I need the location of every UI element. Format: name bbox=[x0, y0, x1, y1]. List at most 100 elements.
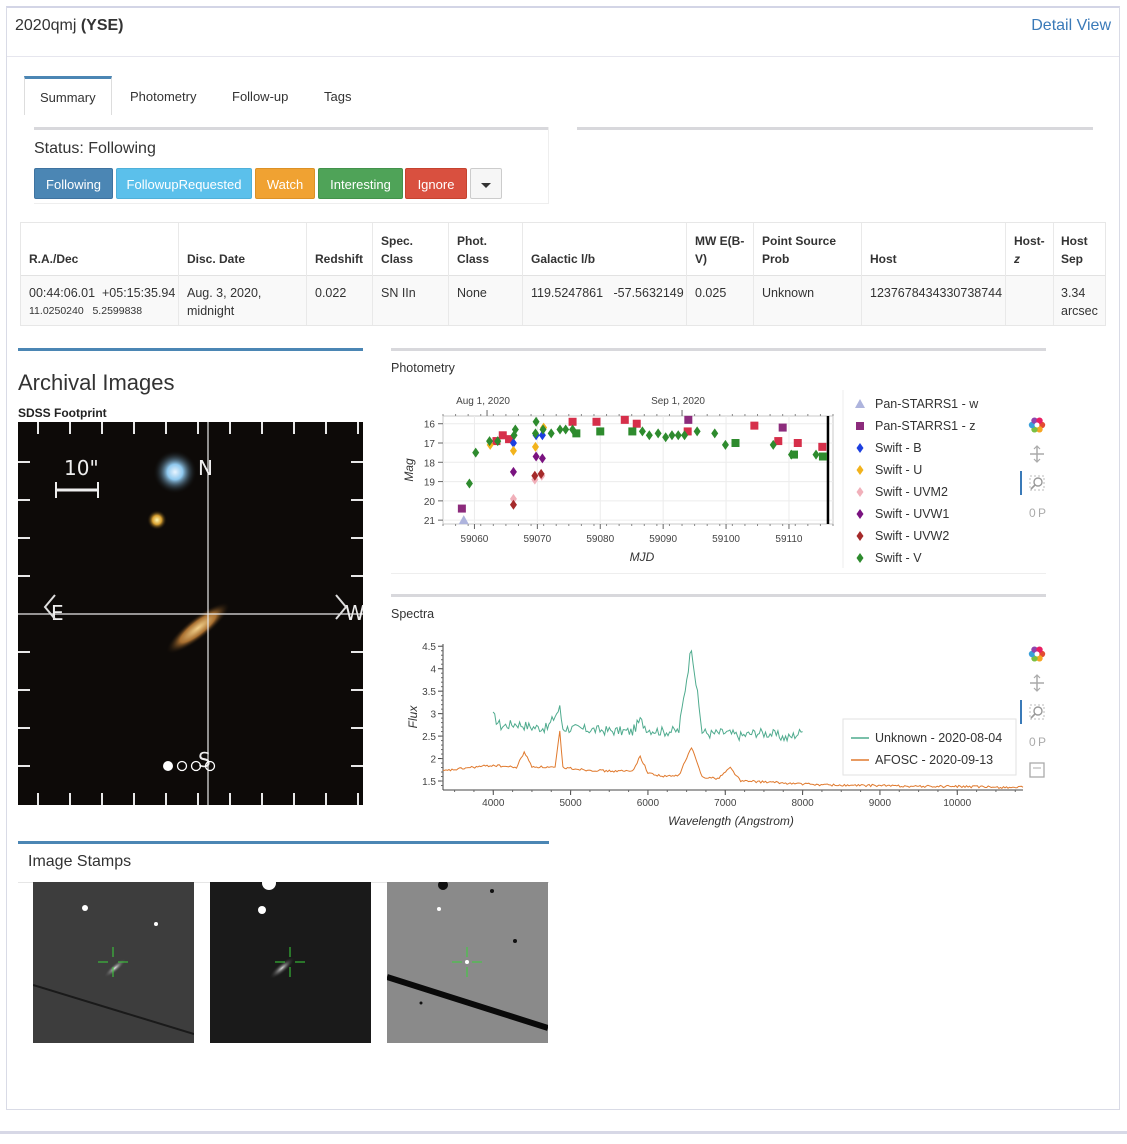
x-tick-label: 7000 bbox=[714, 798, 737, 809]
x-tick-label: 8000 bbox=[791, 798, 814, 809]
photometry-panel-topbar bbox=[391, 348, 1046, 351]
cell-point-source-prob: Unknown bbox=[762, 286, 815, 300]
data-point bbox=[750, 421, 759, 430]
data-point bbox=[856, 531, 864, 541]
y-tick-label: 1.5 bbox=[422, 777, 436, 788]
tab-summary[interactable]: Summary bbox=[24, 76, 112, 115]
sdss-footprint-label: SDSS Footprint bbox=[18, 406, 107, 420]
box-zoom-icon[interactable] bbox=[1020, 700, 1045, 724]
y-tick-label: 2.5 bbox=[422, 732, 436, 743]
object-title: 2020qmj (YSE) bbox=[15, 17, 124, 35]
col-separator bbox=[306, 223, 307, 325]
col-separator bbox=[1005, 223, 1006, 325]
y-tick-label: 3 bbox=[430, 710, 436, 721]
stamp-template-svg bbox=[33, 882, 194, 1043]
legend-entry: Swift - UVW1 bbox=[875, 507, 949, 521]
image-stamp-difference[interactable] bbox=[387, 882, 548, 1043]
x-tick-label: 9000 bbox=[869, 798, 892, 809]
legend-entry: Unknown - 2020-08-04 bbox=[875, 731, 1002, 745]
top-axis-label: Sep 1, 2020 bbox=[651, 396, 705, 407]
spectra-chart[interactable]: 4000 5000 6000 7000 8000 9000 10000 1.5 2 2.5 3 3.5… bbox=[391, 632, 1046, 832]
cell-disc-date: Aug. 3, 2020, midnight bbox=[187, 286, 262, 318]
header-disc-date: Disc. Date bbox=[187, 252, 246, 266]
archival-panel-topbar bbox=[18, 348, 363, 351]
cell-spec-class: SN IIn bbox=[381, 286, 416, 300]
box-zoom-icon[interactable] bbox=[1020, 471, 1045, 495]
bright-star bbox=[153, 450, 197, 494]
bokeh-logo-icon[interactable] bbox=[1028, 417, 1046, 433]
col-separator bbox=[861, 223, 862, 325]
y-tick-label: 17 bbox=[424, 439, 436, 450]
y-tick-label: 18 bbox=[424, 458, 436, 469]
stamp-difference-svg bbox=[387, 882, 548, 1043]
col-separator bbox=[372, 223, 373, 325]
cell-radec: 00:44:06.01 +05:15:35.94 bbox=[29, 286, 176, 300]
header-point-source-prob: Point Source Prob bbox=[762, 234, 837, 266]
data-point bbox=[592, 417, 601, 426]
legend-entry: Pan-STARRS1 - w bbox=[875, 397, 979, 411]
header-host: Host bbox=[870, 252, 897, 266]
page-bottom-border bbox=[0, 1131, 1127, 1134]
data-point bbox=[856, 443, 864, 453]
photometry-chart[interactable]: 59060 59070 59080 59090 59100 59110 16 17 18 19 20… bbox=[391, 385, 1046, 575]
cell-host[interactable]: 1237678434330738744 bbox=[870, 284, 1002, 302]
y-tick-label: 4 bbox=[430, 665, 436, 676]
col-separator bbox=[686, 223, 687, 325]
save-tool-icon[interactable] bbox=[1029, 762, 1045, 778]
y-tick-label: 21 bbox=[424, 516, 436, 527]
y-tick-label: 2 bbox=[430, 755, 436, 766]
pan-tool-icon[interactable] bbox=[1030, 445, 1044, 463]
x-tick-label: 6000 bbox=[637, 798, 660, 809]
legend-entry: Swift - UVM2 bbox=[875, 485, 948, 499]
followup-requested-button[interactable]: FollowupRequested bbox=[116, 168, 252, 199]
cell-redshift: 0.022 bbox=[315, 286, 347, 300]
tab-photometry[interactable]: Photometry bbox=[115, 78, 211, 114]
watch-button[interactable]: Watch bbox=[255, 168, 315, 199]
data-point bbox=[778, 423, 787, 432]
bokeh-logo-icon[interactable] bbox=[1028, 646, 1046, 662]
header-spec-class: Spec. Class bbox=[381, 234, 414, 266]
data-point bbox=[855, 399, 865, 408]
reset-tool-icon[interactable]: 0P bbox=[1029, 735, 1046, 749]
data-point bbox=[856, 553, 864, 563]
tab-follow-up[interactable]: Follow-up bbox=[217, 78, 303, 114]
col-separator bbox=[448, 223, 449, 325]
carousel-dot-active[interactable] bbox=[163, 761, 173, 771]
status-label: Status: Following bbox=[34, 140, 156, 157]
x-tick-label: 59090 bbox=[649, 534, 677, 545]
y-tick-label: 4.5 bbox=[422, 642, 436, 653]
status-dropdown-button[interactable] bbox=[470, 168, 502, 199]
data-point bbox=[856, 487, 864, 497]
data-point bbox=[457, 504, 466, 513]
header-bar bbox=[7, 8, 1119, 57]
compass-w: W bbox=[345, 601, 363, 625]
cell-mwebv: 0.025 bbox=[695, 286, 727, 300]
reset-tool-icon[interactable]: 0P bbox=[1029, 506, 1046, 520]
spectra-panel-topbar bbox=[391, 594, 1046, 597]
legend-entry: Pan-STARRS1 - z bbox=[875, 419, 976, 433]
y-tick-label: 20 bbox=[424, 497, 436, 508]
interesting-button[interactable]: Interesting bbox=[318, 168, 403, 199]
data-point bbox=[632, 419, 641, 428]
col-separator bbox=[178, 223, 179, 325]
tab-tags[interactable]: Tags bbox=[309, 78, 366, 114]
object-name: 2020qmj bbox=[15, 17, 77, 34]
detail-view-link[interactable]: Detail View bbox=[1031, 17, 1111, 35]
image-stamp-template[interactable] bbox=[33, 882, 194, 1043]
x-tick-label: 10000 bbox=[943, 798, 971, 809]
following-button[interactable]: Following bbox=[34, 168, 113, 199]
data-point bbox=[818, 442, 827, 451]
ignore-button[interactable]: Ignore bbox=[405, 168, 467, 199]
data-point bbox=[818, 452, 827, 461]
x-tick-label: 59110 bbox=[775, 534, 803, 545]
data-point bbox=[793, 439, 802, 447]
cell-galactic: 119.5247861 -57.5632149 bbox=[531, 286, 684, 300]
image-stamp-science[interactable] bbox=[210, 882, 371, 1043]
y-tick-label: 3.5 bbox=[422, 687, 436, 698]
header-host-z: Host-z bbox=[1014, 234, 1045, 266]
pan-tool-icon[interactable] bbox=[1030, 674, 1044, 692]
svg-text:0: 0 bbox=[1029, 735, 1036, 749]
col-separator bbox=[522, 223, 523, 325]
data-point bbox=[856, 509, 864, 519]
data-point bbox=[731, 439, 740, 447]
